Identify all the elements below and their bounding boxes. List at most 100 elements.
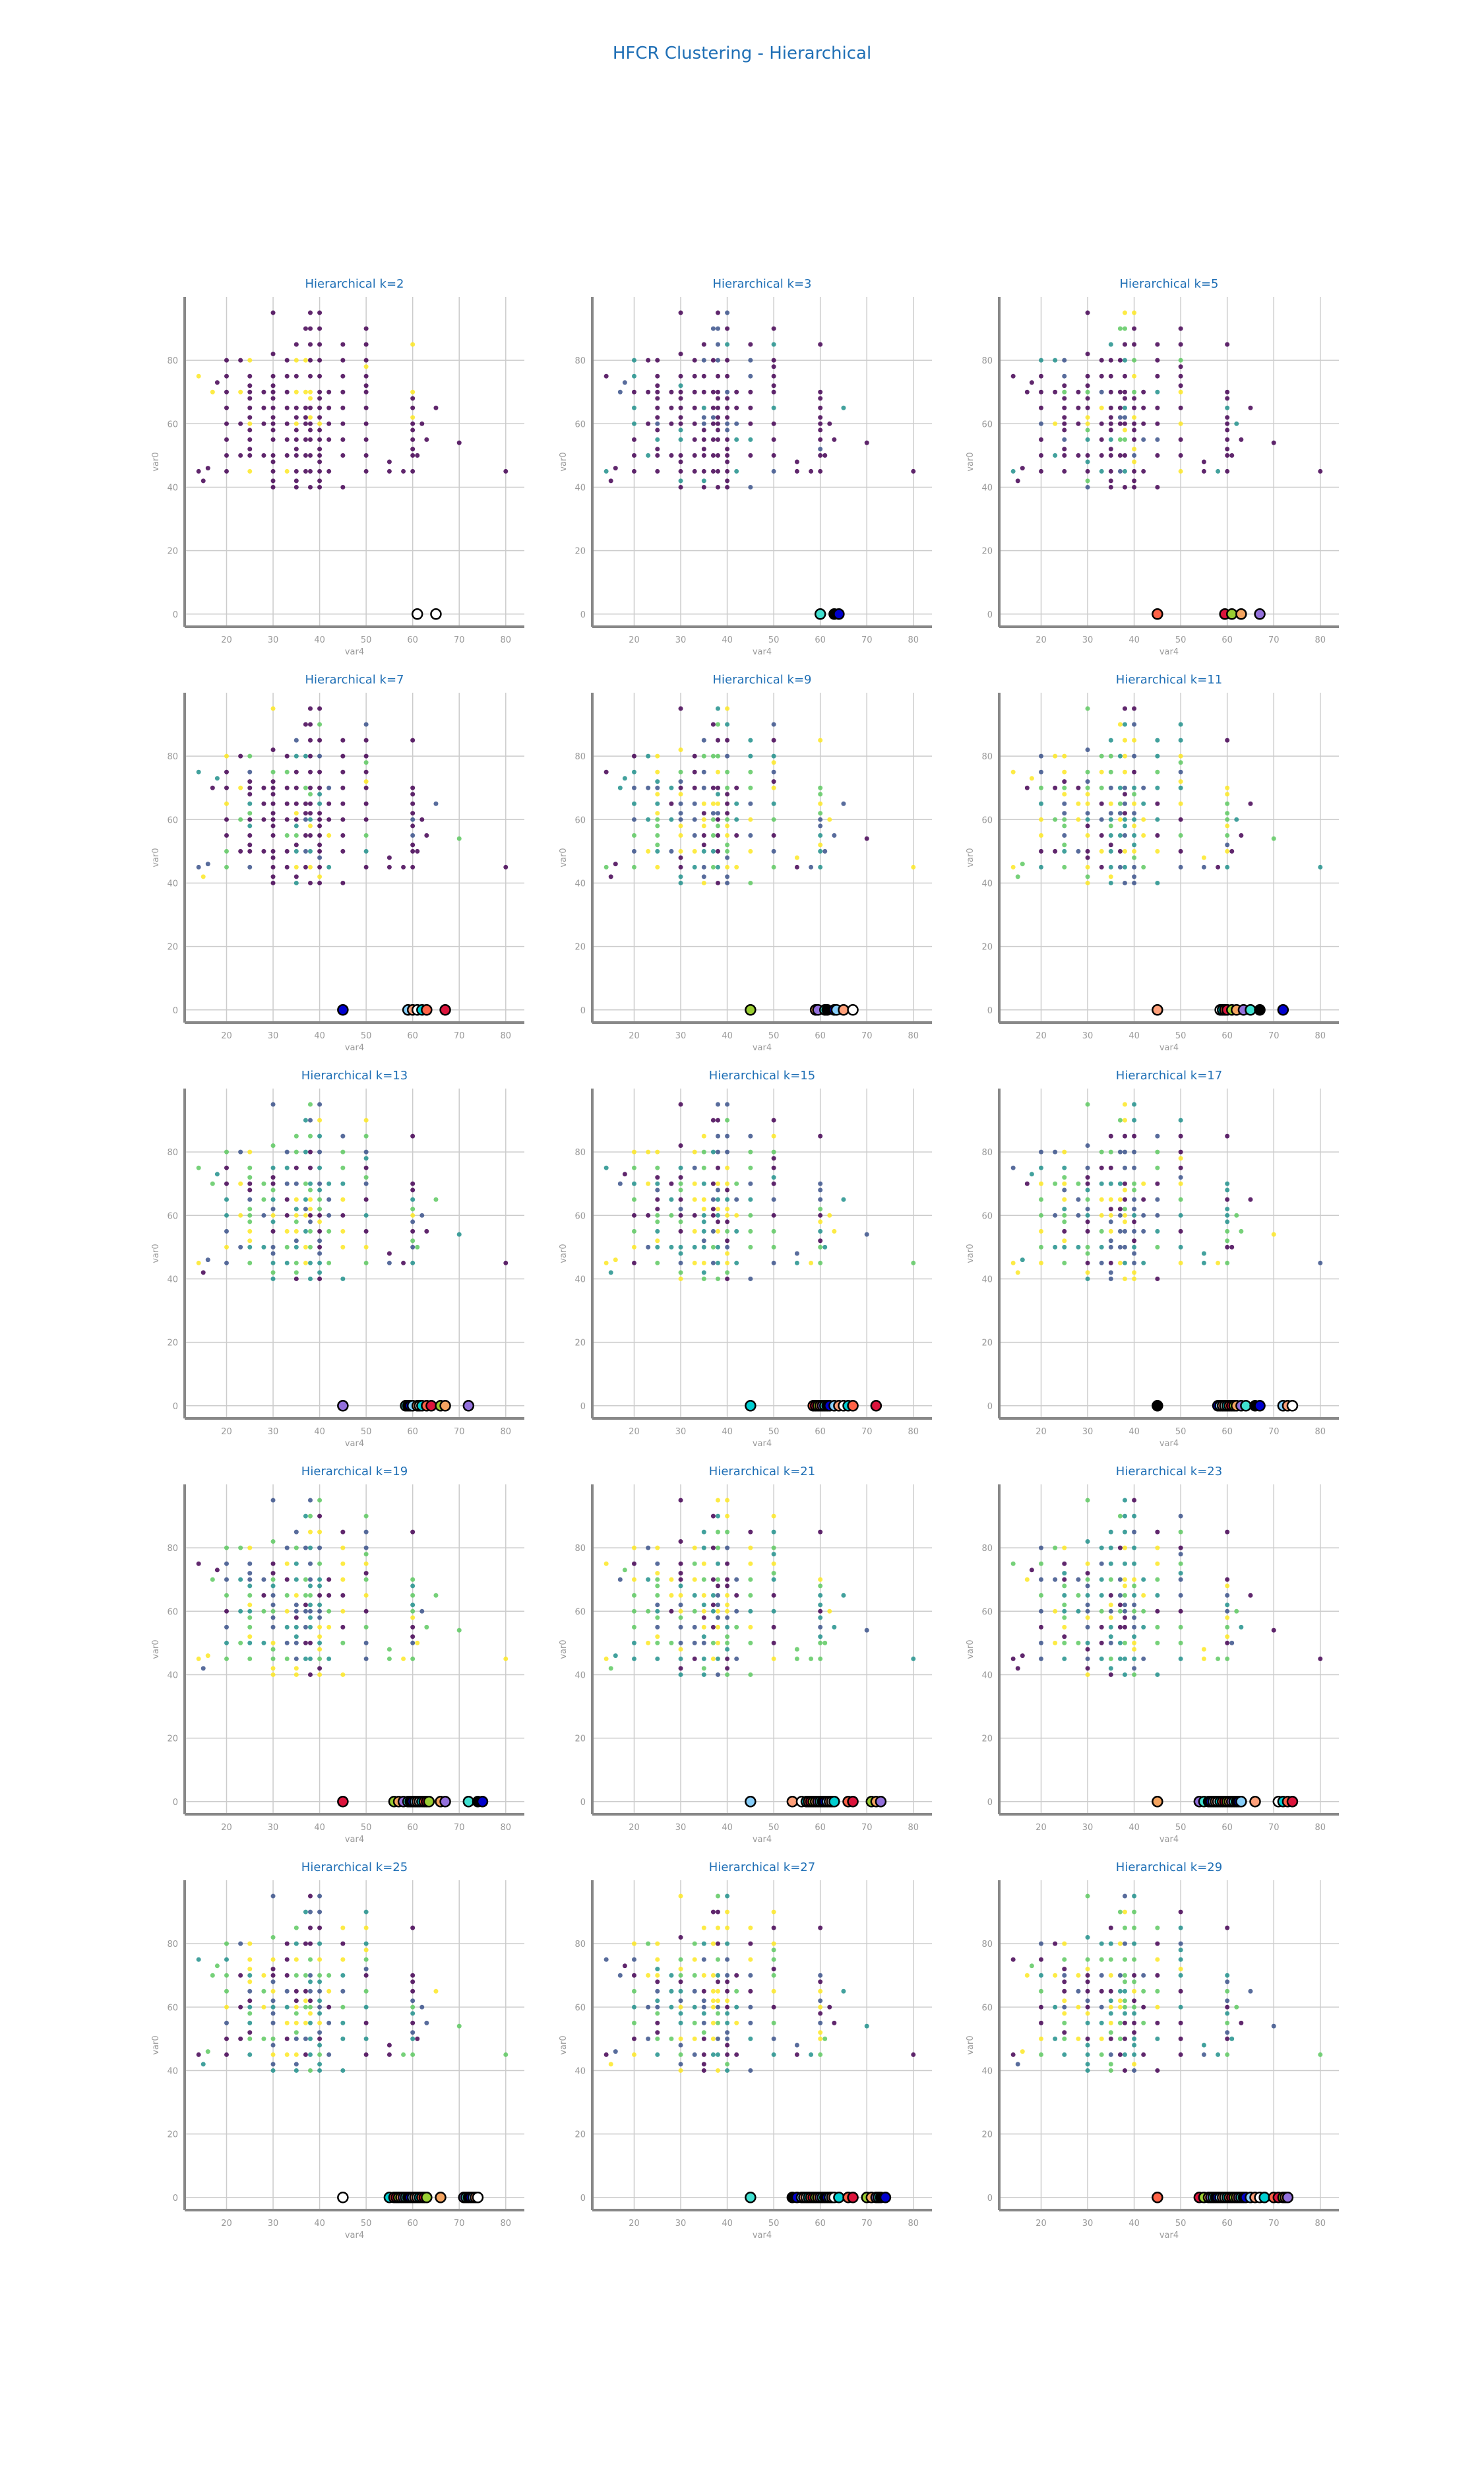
- data-point: [247, 428, 253, 433]
- x-tick-label: 80: [1315, 1031, 1326, 1041]
- data-point: [317, 1941, 323, 1946]
- data-point: [284, 1593, 290, 1598]
- data-point: [270, 1624, 276, 1630]
- data-point: [701, 373, 706, 379]
- data-point: [1132, 1513, 1137, 1519]
- data-point: [307, 1957, 313, 1962]
- data-point: [326, 1228, 332, 1234]
- y-tick-label: 40: [981, 1275, 993, 1285]
- data-point: [1108, 2004, 1113, 2010]
- data-point: [196, 1957, 201, 1962]
- data-point: [678, 1593, 683, 1598]
- data-point: [1225, 342, 1230, 347]
- data-point: [1085, 2062, 1090, 2067]
- data-point: [734, 1608, 739, 1614]
- data-point: [1132, 1624, 1137, 1630]
- data-point: [270, 405, 276, 410]
- data-point: [1122, 1957, 1127, 1962]
- data-point: [603, 373, 609, 379]
- data-point: [771, 358, 776, 363]
- data-point: [303, 833, 308, 838]
- data-point: [818, 1624, 823, 1630]
- data-point: [1076, 1213, 1081, 1218]
- data-point: [1085, 1967, 1090, 1972]
- data-point: [363, 1513, 369, 1519]
- data-point: [1038, 1941, 1043, 1946]
- data-point: [1062, 1175, 1067, 1180]
- data-point: [224, 437, 229, 442]
- data-point: [294, 2011, 299, 2016]
- data-point: [294, 1244, 299, 1250]
- data-point: [247, 1593, 253, 1598]
- data-point: [603, 864, 609, 870]
- data-point: [715, 1608, 720, 1614]
- data-point: [701, 1181, 706, 1186]
- data-point: [1108, 1640, 1113, 1645]
- data-point: [818, 792, 823, 797]
- y-tick-label: 80: [574, 1544, 586, 1554]
- data-point: [415, 2036, 420, 2041]
- data-point: [1038, 405, 1043, 410]
- data-point: [224, 753, 229, 759]
- data-point: [692, 864, 697, 870]
- data-point: [1132, 2030, 1137, 2035]
- data-point: [1225, 428, 1230, 433]
- data-point: [294, 1276, 299, 1281]
- data-point: [818, 1988, 823, 1994]
- x-tick-label: 80: [908, 635, 919, 645]
- data-point: [734, 405, 739, 410]
- data-point: [410, 1979, 416, 1984]
- data-point: [1216, 1260, 1221, 1265]
- data-point: [771, 738, 776, 743]
- data-point: [1132, 1602, 1137, 1608]
- x-tick-label: 20: [221, 635, 232, 645]
- data-point: [303, 2052, 308, 2057]
- data-point: [294, 1634, 299, 1639]
- data-point: [710, 1545, 716, 1550]
- data-point: [1122, 1188, 1127, 1193]
- data-point: [1038, 1640, 1043, 1645]
- data-point: [603, 1165, 609, 1170]
- data-point: [1122, 1260, 1127, 1265]
- y-tick-label: 60: [574, 815, 586, 825]
- y-tick-label: 20: [167, 1339, 178, 1348]
- data-point: [715, 396, 720, 401]
- data-point: [678, 459, 683, 464]
- data-point: [710, 1197, 716, 1202]
- data-point: [247, 1634, 253, 1639]
- data-point: [247, 2036, 253, 2041]
- data-point: [701, 1238, 706, 1244]
- data-point: [725, 396, 730, 401]
- data-point: [734, 1197, 739, 1202]
- data-point: [410, 1529, 416, 1535]
- centroid-marker: [1152, 2192, 1163, 2204]
- data-point: [363, 421, 369, 426]
- data-point: [1132, 1998, 1137, 2004]
- data-point: [710, 811, 716, 816]
- data-point: [734, 1656, 739, 1661]
- data-point: [284, 437, 290, 442]
- data-point: [303, 722, 308, 727]
- data-point: [678, 405, 683, 410]
- data-point: [692, 1244, 697, 1250]
- data-point: [725, 1672, 730, 1677]
- data-point: [715, 1181, 720, 1186]
- data-point: [748, 453, 753, 458]
- data-point: [1024, 785, 1030, 790]
- data-point: [1141, 785, 1146, 790]
- data-point: [410, 2004, 416, 2010]
- y-tick-label: 20: [574, 2130, 586, 2140]
- data-point: [303, 1118, 308, 1123]
- data-point: [270, 1602, 276, 1608]
- data-point: [725, 1615, 730, 1620]
- data-point: [655, 1941, 660, 1946]
- data-point: [734, 1213, 739, 1218]
- data-point: [410, 1244, 416, 1250]
- data-point: [1132, 428, 1137, 433]
- data-point: [1085, 484, 1090, 490]
- data-point: [678, 1935, 683, 1940]
- data-point: [1132, 2004, 1137, 2010]
- data-point: [284, 1561, 290, 1566]
- data-point: [307, 396, 313, 401]
- data-point: [1062, 769, 1067, 775]
